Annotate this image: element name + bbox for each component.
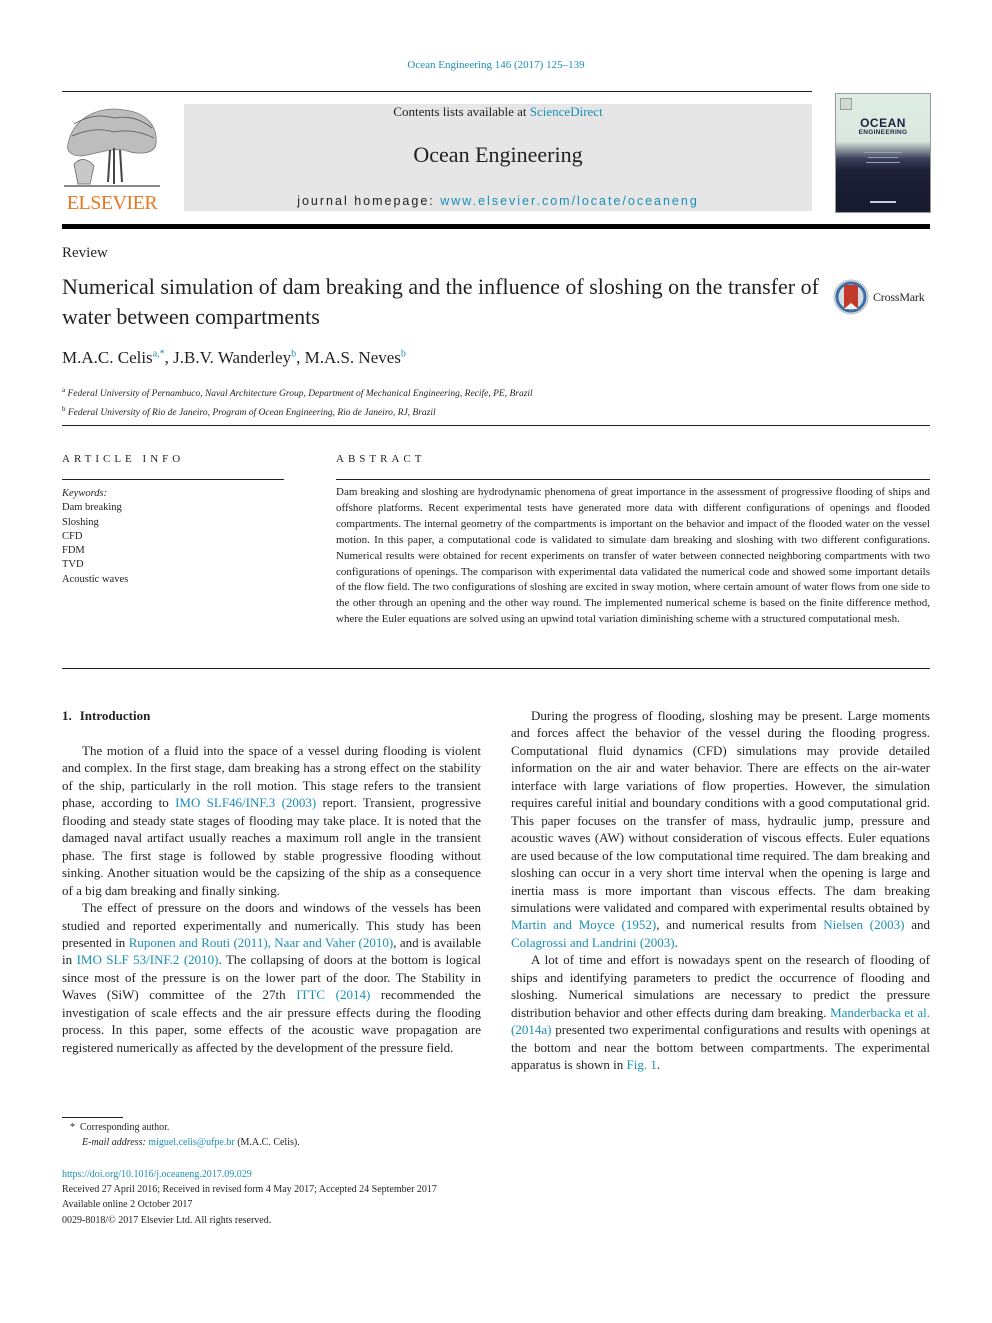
journal-homepage: journal homepage: www.elsevier.com/locat… (184, 194, 812, 208)
citation-link[interactable]: Fig. 1 (627, 1057, 657, 1072)
email-note: E-mail address: miguel.celis@ufpe.br (M.… (62, 1135, 300, 1150)
body-text: and (904, 917, 930, 933)
affiliation-item: b Federal University of Rio de Janeiro, … (62, 402, 533, 421)
body-text: During the progress of flooding, sloshin… (511, 708, 930, 915)
author-list: M.A.C. Celisa,*, J.B.V. Wanderleyb, M.A.… (62, 348, 406, 367)
affiliations: a Federal University of Pernambuco, Nava… (62, 383, 533, 420)
journal-title: Ocean Engineering (413, 142, 583, 167)
elsevier-tree-icon (64, 108, 160, 187)
sciencedirect-link[interactable]: ScienceDirect (530, 104, 603, 119)
body-paragraph: The effect of pressure on the doors and … (62, 899, 481, 1056)
citation-link[interactable]: Ruponen and Routi (2011), Naar and Vaher… (129, 935, 394, 950)
publication-info: https://doi.org/10.1016/j.oceaneng.2017.… (62, 1167, 437, 1228)
body-paragraph: A lot of time and effort is nowadays spe… (511, 951, 930, 1073)
affiliation-text: Federal University of Pernambuco, Naval … (67, 389, 533, 400)
masthead-rule (62, 91, 812, 92)
affiliation-text: Federal University of Rio de Janeiro, Pr… (67, 407, 436, 418)
affiliation-key: a (62, 386, 66, 394)
citation-link[interactable]: Martin and Moyce (1952) (511, 917, 656, 932)
footnote-rule (62, 1117, 123, 1118)
footnotes: * Corresponding author. E-mail address: … (62, 1120, 300, 1150)
publication-history: Received 27 April 2016; Received in revi… (62, 1184, 437, 1196)
email-suffix: (M.A.C. Celis). (234, 1137, 300, 1148)
header-thick-rule (62, 224, 930, 229)
article-title: Numerical simulation of dam breaking and… (62, 274, 819, 329)
keyword-item: Acoustic waves (62, 573, 129, 585)
journal-homepage-link[interactable]: www.elsevier.com/locate/oceaneng (440, 194, 699, 208)
affiliation-item: a Federal University of Pernambuco, Nava… (62, 383, 533, 402)
abstract-heading: ABSTRACT (336, 453, 426, 465)
body-text: . (656, 1057, 661, 1073)
cover-title-line1: OCEAN (860, 116, 906, 130)
citation-link[interactable]: Colagrossi and Landrini (2003) (511, 935, 675, 950)
author-name[interactable]: J.B.V. Wanderley (173, 348, 291, 367)
cover-footer-mark (870, 201, 896, 203)
body-text: presented two experimental configuration… (511, 1022, 930, 1073)
citation-link[interactable]: ITTC (2014) (296, 987, 370, 1002)
body-text: report. Transient, progressive flooding … (62, 795, 481, 898)
body-column-left: The motion of a fluid into the space of … (62, 742, 481, 1056)
footnote-marker: * (70, 1122, 75, 1133)
crossmark-icon (833, 279, 869, 315)
journal-masthead: Contents lists available at ScienceDirec… (184, 104, 812, 211)
copyright-notice: 0029-8018/© 2017 Elsevier Ltd. All right… (62, 1214, 272, 1226)
section-title: Introduction (79, 708, 151, 723)
contents-prefix: Contents lists available at (393, 104, 530, 119)
elsevier-wordmark: ELSEVIER (66, 192, 158, 214)
corresponding-author-note: * Corresponding author. (62, 1120, 300, 1135)
email-label: E-mail address: (82, 1137, 146, 1148)
author-name[interactable]: M.A.C. Celis (62, 348, 153, 367)
cover-text-line (866, 162, 900, 163)
elsevier-logo[interactable]: ELSEVIER (62, 104, 162, 214)
affiliation-key: b (62, 404, 66, 413)
divider (62, 479, 284, 480)
homepage-prefix: journal homepage: (297, 194, 441, 208)
cover-title-line2: ENGINEERING (858, 129, 908, 136)
citation-link[interactable]: Nielsen (2003) (823, 917, 904, 932)
crossmark-button[interactable]: CrossMark (833, 279, 925, 315)
author-email-link[interactable]: miguel.celis@ufpe.br (148, 1137, 234, 1148)
journal-reference-link[interactable]: Ocean Engineering 146 (2017) 125–139 (0, 59, 992, 71)
keyword-item: FDM (62, 545, 85, 557)
keywords-list: Keywords: Dam breaking Sloshing CFD FDM … (62, 487, 128, 587)
divider (336, 479, 930, 480)
body-paragraph: The motion of a fluid into the space of … (62, 742, 481, 899)
keyword-item: Sloshing (62, 516, 99, 528)
article-info-heading: ARTICLE INFO (62, 453, 185, 465)
body-paragraph: During the progress of flooding, sloshin… (511, 707, 930, 951)
keywords-label: Keywords: (62, 488, 108, 499)
author-affiliation-marker[interactable]: b (401, 348, 406, 359)
cover-text-line (868, 157, 898, 158)
author-name[interactable]: M.A.S. Neves (305, 348, 401, 367)
available-online: Available online 2 October 2017 (62, 1199, 193, 1211)
keyword-item: TVD (62, 559, 84, 571)
citation-link[interactable]: IMO SLF 53/INF.2 (2010) (77, 952, 219, 967)
keyword-item: CFD (62, 530, 83, 542)
author-affiliation-marker[interactable]: b (291, 348, 296, 359)
crossmark-label: CrossMark (873, 289, 925, 304)
body-column-right: During the progress of flooding, sloshin… (511, 707, 930, 1074)
divider (62, 668, 930, 669)
section-number: 1. (62, 708, 72, 723)
keyword-item: Dam breaking (62, 502, 122, 514)
abstract-text: Dam breaking and sloshing are hydrodynam… (336, 486, 930, 626)
cover-text-line (864, 152, 902, 153)
body-text: , and numerical results from (656, 917, 824, 933)
citation-link[interactable]: IMO SLF46/INF.3 (2003) (175, 795, 316, 810)
divider (62, 425, 930, 426)
section-heading-introduction: 1. Introduction (62, 708, 150, 724)
article-type: Review (62, 245, 108, 261)
cover-elsevier-icon (840, 98, 852, 110)
journal-cover-image[interactable]: OCEAN ENGINEERING (835, 93, 931, 213)
body-text: . (674, 934, 678, 950)
contents-availability: Contents lists available at ScienceDirec… (184, 104, 812, 120)
corresponding-author-text: Corresponding author. (80, 1122, 170, 1133)
author-affiliation-marker[interactable]: a,* (153, 348, 165, 359)
doi-link[interactable]: https://doi.org/10.1016/j.oceaneng.2017.… (62, 1169, 252, 1180)
